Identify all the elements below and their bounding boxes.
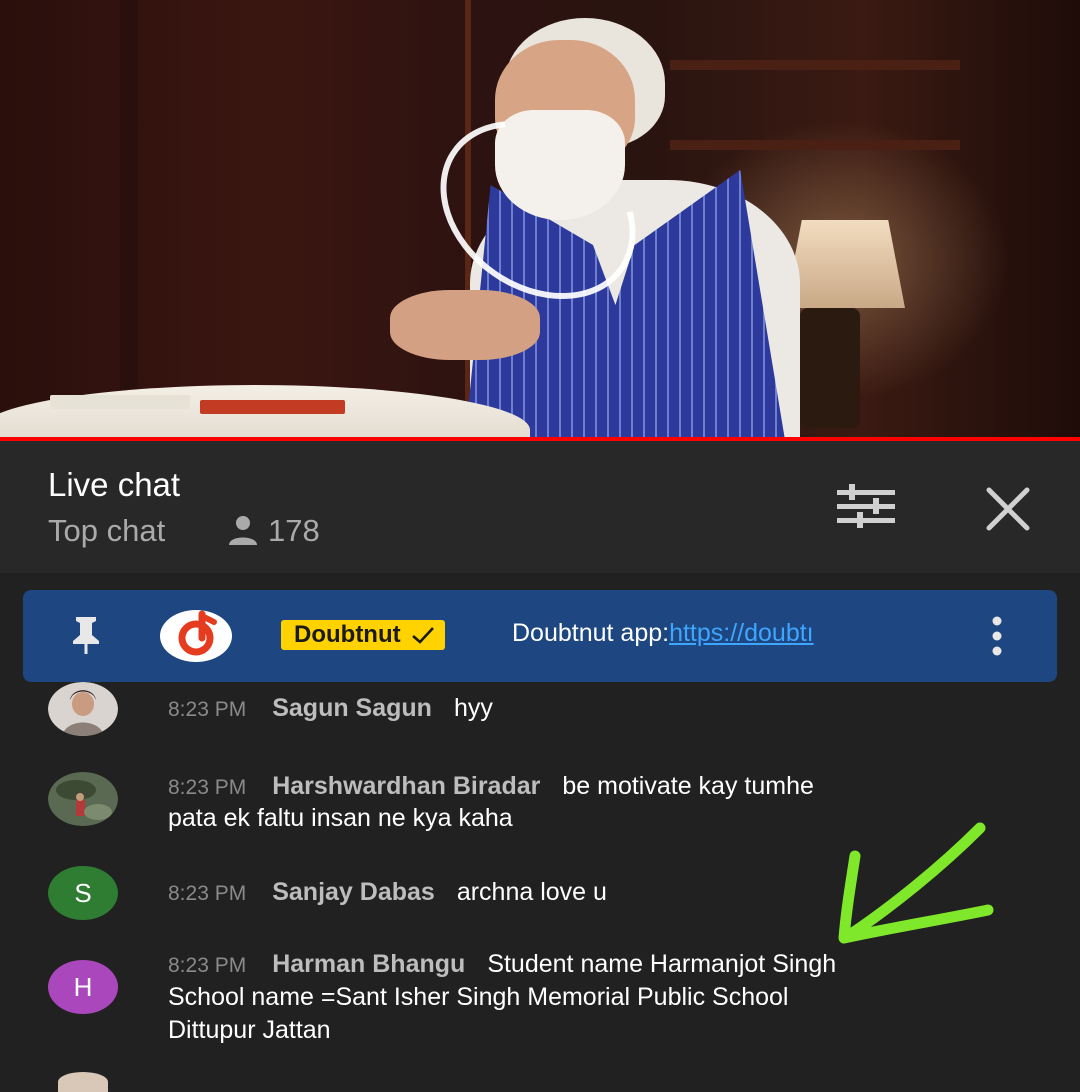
avatar[interactable]: S: [48, 866, 118, 920]
pinned-text-prefix: Doubtnut app:: [512, 619, 670, 647]
message-author[interactable]: Sagun Sagun: [272, 694, 432, 722]
more-options-icon[interactable]: [985, 614, 1009, 658]
book: [200, 400, 345, 414]
message-time: 8:23 PM: [168, 698, 247, 721]
arrow-annotation-icon: [838, 822, 994, 944]
pinned-author: Doubtnut: [294, 621, 401, 648]
message-text: be motivate kay tumhe: [562, 772, 814, 800]
person-icon: [229, 516, 257, 545]
avatar[interactable]: [48, 772, 118, 826]
verified-check-icon: [411, 627, 434, 644]
chat-title: Live chat: [48, 466, 181, 503]
chat-header: [0, 441, 1080, 573]
message-time: 8:23 PM: [168, 882, 247, 905]
message-time: 8:23 PM: [168, 776, 247, 799]
author-badge: Doubtnut: [281, 620, 445, 650]
avatar[interactable]: [48, 682, 118, 736]
lamp-base: [800, 308, 860, 428]
message-text: hyy: [453, 694, 493, 722]
doubtnut-logo-icon: [160, 610, 232, 662]
message-author[interactable]: Sanjay Dabas: [272, 878, 435, 906]
avatar[interactable]: [58, 1072, 108, 1092]
pinned-link[interactable]: https://doubtı: [669, 619, 814, 647]
video-player[interactable]: [0, 0, 1080, 440]
message-text: Student name Harmanjot Singh: [487, 950, 837, 978]
close-icon[interactable]: [985, 486, 1031, 532]
viewer-count: 178: [268, 513, 320, 548]
book: [50, 395, 190, 409]
message-text: archna love u: [456, 878, 607, 906]
avatar[interactable]: H: [48, 960, 118, 1014]
bookshelf: [670, 60, 960, 70]
door-frame: [120, 0, 138, 440]
pin-icon: [73, 617, 99, 654]
message-text-continued: Dittupur Jattan: [168, 1016, 331, 1044]
speaker-hands: [390, 290, 540, 360]
chat-mode-selector[interactable]: Top chat: [48, 513, 165, 549]
bookshelf: [670, 140, 960, 150]
message-time: 8:23 PM: [168, 954, 247, 977]
filter-settings-icon[interactable]: [835, 482, 897, 530]
message-text-continued: pata ek faltu insan ne kya kaha: [168, 804, 513, 832]
pinned-text: Doubtnut app:https://doubtı: [512, 619, 912, 648]
message-text-continued: School name =Sant Isher Singh Memorial P…: [168, 983, 789, 1011]
message-author[interactable]: Harshwardhan Biradar: [272, 772, 540, 800]
lamp: [785, 220, 905, 308]
message-author[interactable]: Harman Bhangu: [272, 950, 465, 978]
